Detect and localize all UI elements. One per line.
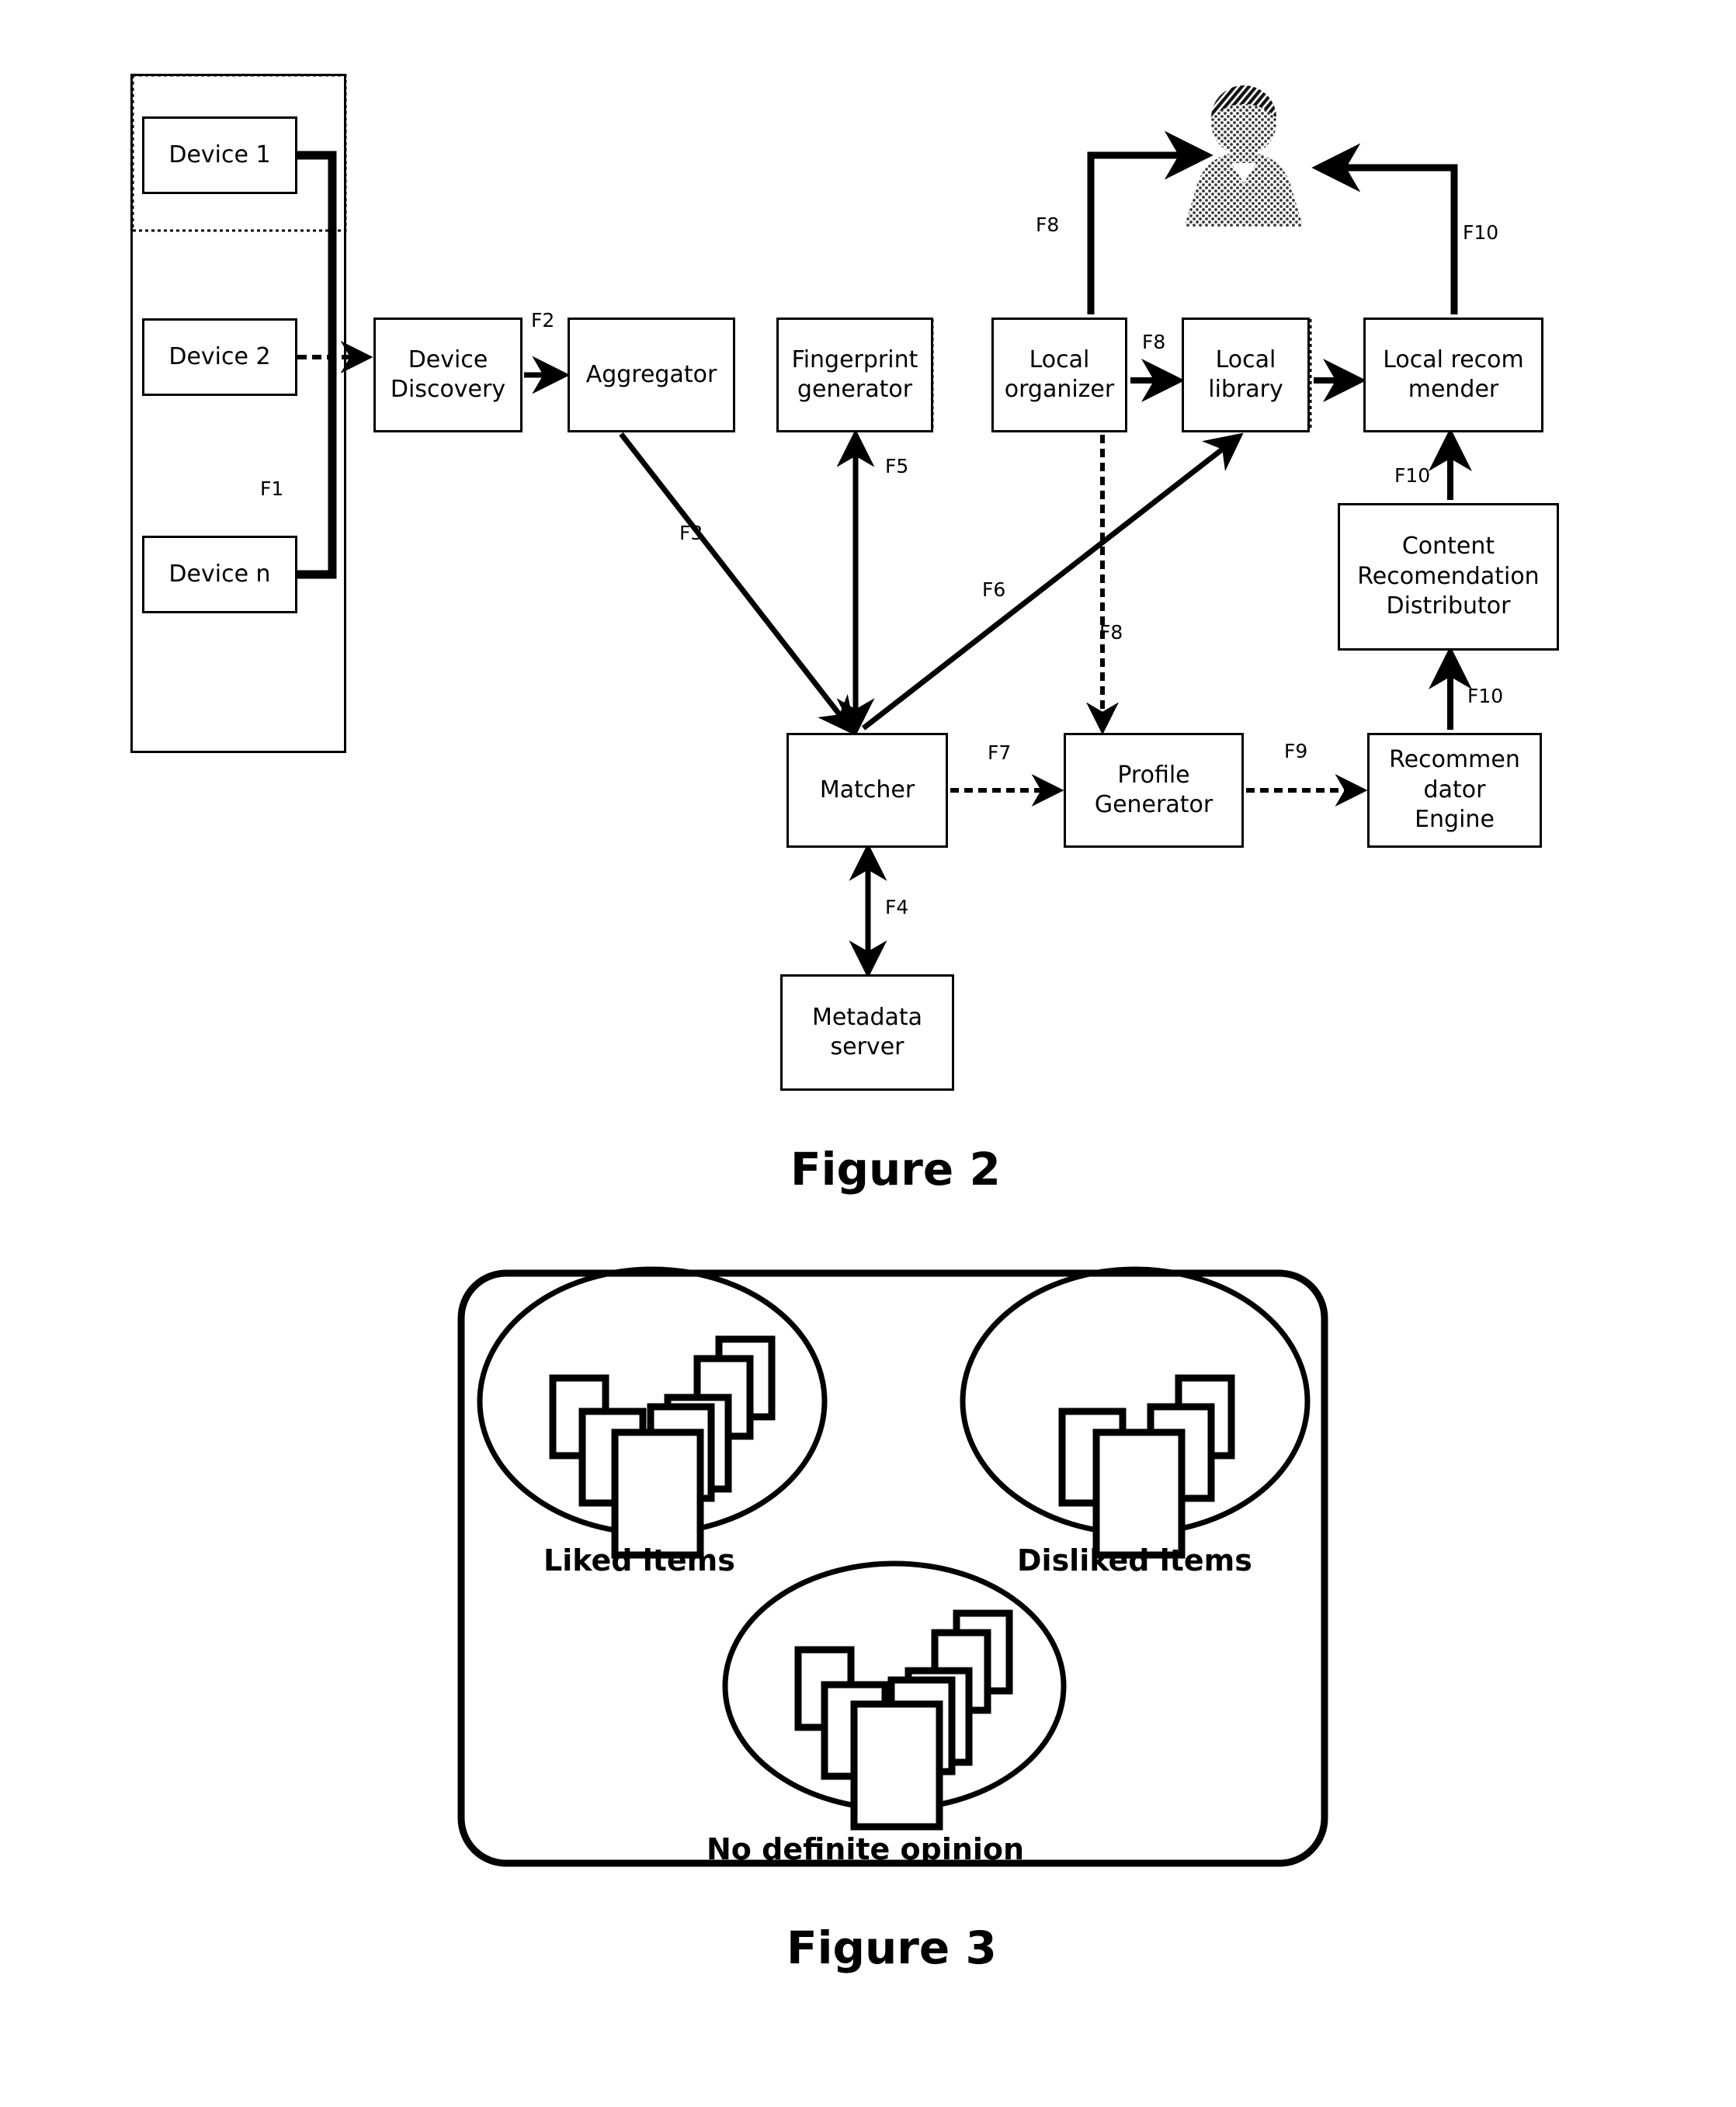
device-n-label: Device n: [168, 560, 271, 588]
flow-label-f8-to-profile: F8: [1099, 621, 1123, 644]
aggregator-box[interactable]: Aggregator: [568, 318, 735, 432]
local-recommender-box[interactable]: Local recom mender: [1363, 318, 1543, 432]
device-2-box[interactable]: Device 2: [142, 318, 297, 396]
no-definite-opinion-cards: [794, 1609, 1013, 1831]
patent-figure-sheet: Device 1 Device 2 Device n Device Discov…: [0, 0, 1736, 2107]
local-library-box[interactable]: Local library: [1182, 318, 1310, 432]
device-n-box[interactable]: Device n: [142, 536, 297, 613]
flow-label-f4: F4: [885, 896, 909, 918]
disliked-items-ellipse: [960, 1266, 1311, 1536]
flow-label-f8-to-library: F8: [1142, 331, 1166, 353]
local-organizer-box[interactable]: Local organizer: [991, 318, 1127, 432]
flow-label-f9: F9: [1284, 740, 1308, 762]
flow-label-f8-to-user: F8: [1036, 213, 1060, 236]
flow-label-f3: F3: [679, 522, 703, 544]
disliked-items-cards: [1058, 1374, 1235, 1559]
local-organizer-label: Local organizer: [1004, 345, 1115, 403]
metadata-server-label: Metadata server: [811, 1003, 923, 1060]
liked-items-cluster: [477, 1266, 828, 1559]
device-discovery-box[interactable]: Device Discovery: [373, 318, 523, 432]
recommendator-engine-box[interactable]: Recommen dator Engine: [1367, 733, 1542, 848]
liked-items-cards: [549, 1335, 776, 1559]
liked-items-ellipse: [477, 1266, 828, 1536]
profile-generator-label: Profile Generator: [1094, 761, 1213, 818]
device-2-label: Device 2: [168, 342, 271, 370]
no-definite-opinion-cluster: [722, 1560, 1067, 1831]
flow-label-f10-to-distributor: F10: [1467, 685, 1504, 707]
metadata-server-box[interactable]: Metadata server: [780, 974, 954, 1091]
disliked-items-label: Disliked items: [1017, 1543, 1252, 1578]
content-recommendation-distributor-label: Content Recomendation Distributor: [1357, 533, 1540, 620]
flow-label-f10-to-recommender: F10: [1394, 464, 1431, 487]
device-1-box[interactable]: Device 1: [142, 116, 297, 194]
flow-label-f5: F5: [885, 455, 909, 477]
device-discovery-label: Device Discovery: [390, 345, 506, 403]
local-recommender-label: Local recom mender: [1383, 345, 1524, 403]
content-recommendation-distributor-box[interactable]: Content Recomendation Distributor: [1338, 503, 1559, 651]
matcher-label: Matcher: [819, 776, 915, 804]
matcher-box[interactable]: Matcher: [786, 733, 948, 848]
no-definite-opinion-ellipse: [722, 1560, 1067, 1812]
figure-2-caption: Figure 2: [790, 1143, 1001, 1196]
flow-label-f2: F2: [531, 309, 555, 331]
flow-label-f7: F7: [988, 741, 1012, 764]
aggregator-label: Aggregator: [585, 360, 717, 388]
no-definite-opinion-label: No definite opinion: [707, 1832, 1025, 1866]
recommendator-engine-label: Recommen dator Engine: [1389, 746, 1520, 834]
flow-label-f6: F6: [982, 578, 1006, 601]
profile-generator-box[interactable]: Profile Generator: [1064, 733, 1244, 848]
device-1-label: Device 1: [168, 141, 271, 168]
flow-label-f1: F1: [260, 477, 284, 500]
figure-3-caption: Figure 3: [786, 1921, 997, 1974]
fingerprint-generator-label: Fingerprint generator: [791, 345, 918, 403]
liked-items-label: Liked items: [543, 1543, 735, 1578]
fingerprint-generator-box[interactable]: Fingerprint generator: [776, 318, 933, 432]
local-library-label: Local library: [1208, 345, 1283, 403]
flow-label-f10-to-user: F10: [1463, 221, 1499, 244]
user-silhouette-icon: [1185, 85, 1303, 227]
disliked-items-cluster: [960, 1266, 1311, 1559]
